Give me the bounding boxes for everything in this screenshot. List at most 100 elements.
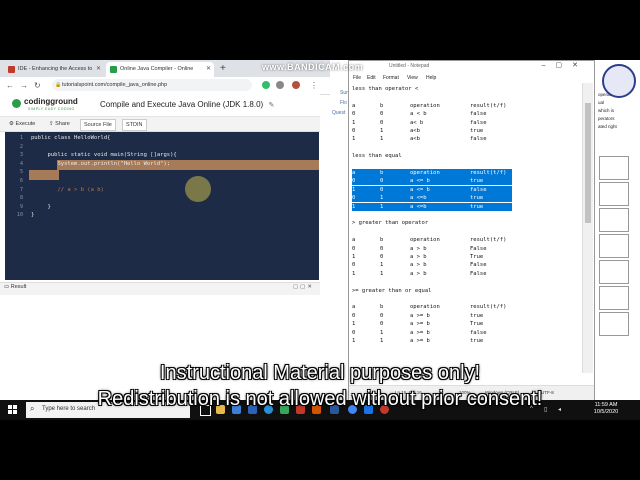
share-button[interactable]: ⇪ Share (46, 119, 73, 129)
table-cell: a >= b (410, 312, 430, 319)
menu-edit[interactable]: Edit (367, 75, 376, 81)
menu-format[interactable]: Format (383, 75, 399, 81)
table-cell: 0 (352, 245, 356, 252)
table-cell: 1 (380, 128, 384, 134)
table-cell: 1 (380, 262, 384, 269)
table-cell: true (470, 128, 484, 134)
reload-icon[interactable]: ↻ (34, 79, 41, 92)
close-icon[interactable]: ✕ (206, 62, 211, 77)
menu-view[interactable]: View (407, 75, 418, 81)
table-cell: True (470, 254, 484, 260)
scrollbar-thumb[interactable] (585, 103, 591, 223)
table-cell: a <=b (410, 195, 427, 202)
table-cell: b (380, 237, 384, 244)
codingground-logo[interactable]: codingground (24, 97, 78, 106)
line-number: 2 (19, 143, 23, 150)
table-cell: 1 (352, 136, 356, 143)
line-number: 8 (19, 195, 23, 202)
table-cell: 0 (352, 312, 356, 319)
code-line: System.out.println("Hello World"); (31, 160, 171, 167)
table-cell: 0 (380, 186, 384, 193)
url-field[interactable]: 🔒 tutorialspoint.com/compile_java_online… (52, 79, 252, 91)
line-number: 10 (16, 212, 23, 219)
line-number-gutter: 1 2 3 4 5 6 7 8 9 10 (5, 132, 29, 280)
line-number: 6 (19, 178, 23, 184)
table-cell: 1 (380, 270, 384, 277)
result-window-controls[interactable]: ▢▢✕ (293, 284, 314, 290)
table-row: a b operation result(t/f) (352, 169, 512, 177)
forward-arrow-icon[interactable]: → (20, 79, 28, 92)
menu-help[interactable]: Help (426, 75, 436, 81)
table-row: 0 1 a <=b true (352, 194, 512, 203)
stdin-tab[interactable]: STDIN (122, 119, 147, 131)
code-line: // a > b (a b) (31, 186, 104, 193)
table-cell: a< b (410, 119, 424, 126)
tab-favicon-icon (110, 66, 117, 73)
table-row: 0 0 a <= b true (352, 177, 512, 186)
table-cell: 1 (380, 136, 384, 143)
menu-file[interactable]: File (353, 75, 361, 81)
background-text: Flo (340, 100, 347, 106)
new-tab-button[interactable]: + (220, 62, 226, 76)
extension-icon[interactable] (262, 81, 270, 89)
avatar[interactable] (292, 81, 300, 89)
notepad-text-area[interactable]: less than operator < a b operation result(t/… (352, 83, 582, 373)
code-line: public static void main(String []args){ (31, 152, 177, 159)
window-controls[interactable]: –▢✕ (542, 61, 588, 69)
url-text: tutorialspoint.com/compile_java_online.p… (62, 82, 168, 88)
table-cell: 1 (380, 195, 384, 202)
table-cell: 1 (380, 329, 384, 336)
table-cell: 0 (380, 254, 384, 260)
table-cell: true (470, 203, 484, 210)
back-arrow-icon[interactable]: ← (6, 79, 14, 92)
execute-button[interactable]: ⚙ Execute (6, 119, 38, 129)
background-window-right: operato ual which is perators ated right (595, 60, 640, 400)
browser-tab-java-compiler[interactable]: Online Java Compiler - Online ✕ (106, 62, 214, 77)
table-cell: 1 (352, 321, 356, 328)
table-cell: b (380, 170, 384, 176)
line-number: 5 (19, 169, 23, 176)
table-cell: result(t/f) (470, 237, 507, 244)
table-cell: a > b (410, 254, 427, 260)
line-number: 3 (19, 152, 23, 159)
background-text: perators (598, 116, 615, 121)
codingground-tagline: SIMPLY EASY CODING (28, 107, 75, 111)
table-cell (599, 208, 629, 232)
browser-tab-ide[interactable]: IDE - Enhancing the Access to ✕ (4, 62, 104, 77)
notepad-window[interactable]: Untitled - Notepad –▢✕ File Edit Format … (348, 60, 595, 400)
extension-icon[interactable] (276, 81, 284, 89)
table-cell: a <= b (410, 178, 430, 185)
table-cell: a<b (410, 136, 420, 143)
table-cell: a (352, 237, 356, 244)
table-cell: operation (410, 237, 440, 244)
line-number: 9 (19, 203, 23, 210)
table-cell: operation (410, 102, 440, 109)
table-cell: a >= b (410, 321, 430, 328)
table-cell: 0 (352, 178, 356, 185)
table-cell: False (470, 270, 487, 277)
menu-icon[interactable]: ⋮ (310, 79, 318, 92)
page-title: Compile and Execute Java Online (JDK 1.8… (100, 100, 274, 109)
table-cell: 1 (352, 338, 356, 344)
table-cell: a<b (410, 128, 420, 134)
table-cell: 1 (352, 270, 356, 277)
university-seal-icon (602, 64, 636, 98)
table-cell: a (352, 170, 356, 176)
table-cell: a >= b (410, 338, 430, 344)
result-label: ▭ Result (4, 284, 27, 290)
table-cell: 0 (352, 262, 356, 269)
codingground-logo-icon (12, 99, 21, 108)
share-label: Share (55, 121, 70, 127)
source-file-tab[interactable]: Source File (80, 119, 116, 131)
close-icon[interactable]: ✕ (96, 62, 101, 77)
code-editor[interactable]: 1 2 3 4 5 6 7 8 9 10 public class HelloWorld{ pub… (5, 132, 319, 280)
edit-icon[interactable]: ✎ (268, 102, 274, 109)
result-output (0, 295, 320, 400)
table-cell: a (352, 102, 356, 109)
table-cell: True (470, 321, 484, 328)
table-cell (599, 312, 629, 336)
line-number: 7 (19, 186, 23, 193)
table-cell: a (352, 304, 356, 311)
clock-date: 10/5/2020 (593, 409, 619, 415)
vertical-scrollbar[interactable] (582, 83, 593, 373)
